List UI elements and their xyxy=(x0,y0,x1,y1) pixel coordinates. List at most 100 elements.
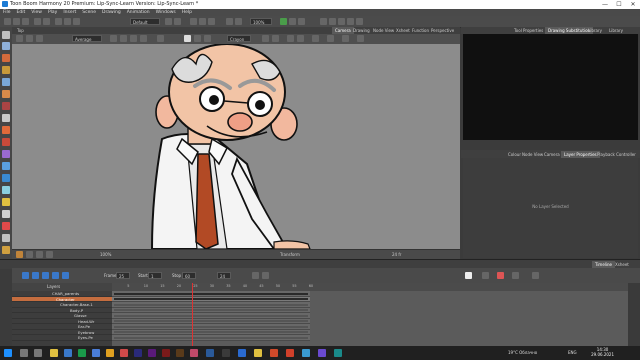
close-button[interactable]: ✕ xyxy=(626,0,640,9)
fill-icon[interactable] xyxy=(204,35,211,42)
media-player-icon[interactable] xyxy=(120,349,128,357)
cutter-icon[interactable] xyxy=(338,18,345,25)
select-tool-icon[interactable] xyxy=(2,31,10,39)
text-tool-icon[interactable] xyxy=(2,78,10,86)
animate-mode-icon[interactable] xyxy=(16,35,23,42)
illustrator-icon[interactable] xyxy=(190,349,198,357)
eraser-tool-icon[interactable] xyxy=(2,90,10,98)
menu-help[interactable]: Help xyxy=(179,9,195,16)
render-icon[interactable] xyxy=(226,18,233,25)
deformer-icon[interactable] xyxy=(320,18,327,25)
transform-tool-icon[interactable] xyxy=(2,198,10,206)
flip-icon[interactable] xyxy=(272,35,279,42)
menu-edit[interactable]: Edit xyxy=(14,9,29,16)
frame-input[interactable]: 25 xyxy=(116,272,130,279)
search-icon[interactable] xyxy=(20,349,28,357)
playhead[interactable] xyxy=(192,283,194,346)
first-frame-icon[interactable] xyxy=(22,272,29,279)
prev-frame-icon[interactable] xyxy=(32,272,39,279)
morph-tool-icon[interactable] xyxy=(2,222,10,230)
preserve-icon[interactable] xyxy=(312,35,319,42)
magnet-icon[interactable] xyxy=(357,35,364,42)
rotate-view-icon[interactable] xyxy=(46,251,53,258)
harmony-icon[interactable] xyxy=(334,349,342,357)
tab-playback-controller[interactable]: Playback Controller xyxy=(594,151,639,158)
vscode-icon[interactable] xyxy=(238,349,246,357)
telegram-icon[interactable] xyxy=(302,349,310,357)
stroke-tool-icon[interactable] xyxy=(2,150,10,158)
undo-stroke-icon[interactable] xyxy=(262,35,269,42)
frame-ruler[interactable]: 5 10 15 20 25 30 35 40 45 50 55 60 xyxy=(112,283,628,291)
minimize-button[interactable]: — xyxy=(598,0,612,9)
reset-view-icon[interactable] xyxy=(16,251,23,258)
preview-icon[interactable] xyxy=(235,18,242,25)
zoom-tool-icon[interactable] xyxy=(2,186,10,194)
new-scene-icon[interactable] xyxy=(4,18,11,25)
sound-scrub-icon[interactable] xyxy=(62,272,69,279)
tab-tool-properties[interactable]: Tool Properties xyxy=(511,27,546,34)
acrobat-icon[interactable] xyxy=(162,349,170,357)
white-swatch-icon[interactable] xyxy=(184,35,191,42)
ps-icon[interactable] xyxy=(134,349,142,357)
premiere-icon[interactable] xyxy=(148,349,156,357)
peg-icon[interactable] xyxy=(329,18,336,25)
word-icon[interactable] xyxy=(64,349,72,357)
copy-icon[interactable] xyxy=(64,18,71,25)
yandex-icon[interactable] xyxy=(106,349,114,357)
brush-tool-icon[interactable] xyxy=(2,54,10,62)
menu-animation[interactable]: Animation xyxy=(124,9,153,16)
tool-preset-dropdown[interactable]: Crayon xyxy=(227,35,251,42)
timeline-frames[interactable]: 5 10 15 20 25 30 35 40 45 50 55 60 xyxy=(112,283,628,346)
open-icon[interactable] xyxy=(13,18,20,25)
zoom-dropdown[interactable]: 100% xyxy=(250,18,272,25)
ink-tool-icon[interactable] xyxy=(2,138,10,146)
loop-icon[interactable] xyxy=(289,18,296,25)
lasso-icon[interactable] xyxy=(287,35,294,42)
viber-icon[interactable] xyxy=(318,349,326,357)
pivot-icon[interactable] xyxy=(356,18,363,25)
snap-icon[interactable] xyxy=(26,35,33,42)
menu-file[interactable]: File xyxy=(0,9,14,16)
tab-xsheet-timeline[interactable]: Xsheet xyxy=(612,261,632,268)
lock-icon[interactable] xyxy=(174,18,181,25)
keyframe-icon[interactable] xyxy=(465,272,472,279)
sound-icon[interactable] xyxy=(298,18,305,25)
show-outline-icon[interactable] xyxy=(36,35,43,42)
mail-icon[interactable] xyxy=(92,349,100,357)
pencil-tool-icon[interactable] xyxy=(2,66,10,74)
menu-view[interactable]: View xyxy=(28,9,45,16)
onion-timeline-icon[interactable] xyxy=(262,272,269,279)
next-frame-icon[interactable] xyxy=(52,272,59,279)
paste-icon[interactable] xyxy=(73,18,80,25)
tab-library[interactable]: Library xyxy=(585,27,605,34)
paint-tool-icon[interactable] xyxy=(2,126,10,134)
animate-icon[interactable] xyxy=(176,349,184,357)
timeline-scrollbar[interactable] xyxy=(628,283,640,346)
contour-editor-icon[interactable] xyxy=(2,42,10,50)
cut-icon[interactable] xyxy=(55,18,62,25)
store-icon[interactable] xyxy=(222,349,230,357)
tab-library-2[interactable]: Library xyxy=(606,27,626,34)
save-icon[interactable] xyxy=(22,18,29,25)
firefox-icon[interactable] xyxy=(270,349,278,357)
photos-icon[interactable] xyxy=(206,349,214,357)
system-clock[interactable]: 14:30 29.06.2021 xyxy=(591,347,614,357)
move-icon[interactable] xyxy=(120,35,127,42)
start-input[interactable]: 1 xyxy=(148,272,162,279)
redo-icon[interactable] xyxy=(43,18,50,25)
view-mode-dropdown[interactable]: Average xyxy=(72,35,102,42)
settings-gear-icon[interactable] xyxy=(157,35,164,42)
camera-viewport[interactable] xyxy=(12,44,460,249)
chrome-icon[interactable] xyxy=(254,349,262,357)
menu-drawing[interactable]: Drawing xyxy=(99,9,124,16)
hand-tool-icon[interactable] xyxy=(2,174,10,182)
excel-icon[interactable] xyxy=(78,349,86,357)
spline-tool-icon[interactable] xyxy=(2,234,10,242)
onion-skin-icon[interactable] xyxy=(208,18,215,25)
zoom-in-icon[interactable] xyxy=(36,251,43,258)
light-table-icon[interactable] xyxy=(199,18,206,25)
loop-timeline-icon[interactable] xyxy=(252,272,259,279)
weather-widget[interactable]: 19°C Облачно xyxy=(508,350,537,355)
camera-tool-icon[interactable] xyxy=(2,246,10,254)
settings-timeline-icon[interactable] xyxy=(532,272,539,279)
